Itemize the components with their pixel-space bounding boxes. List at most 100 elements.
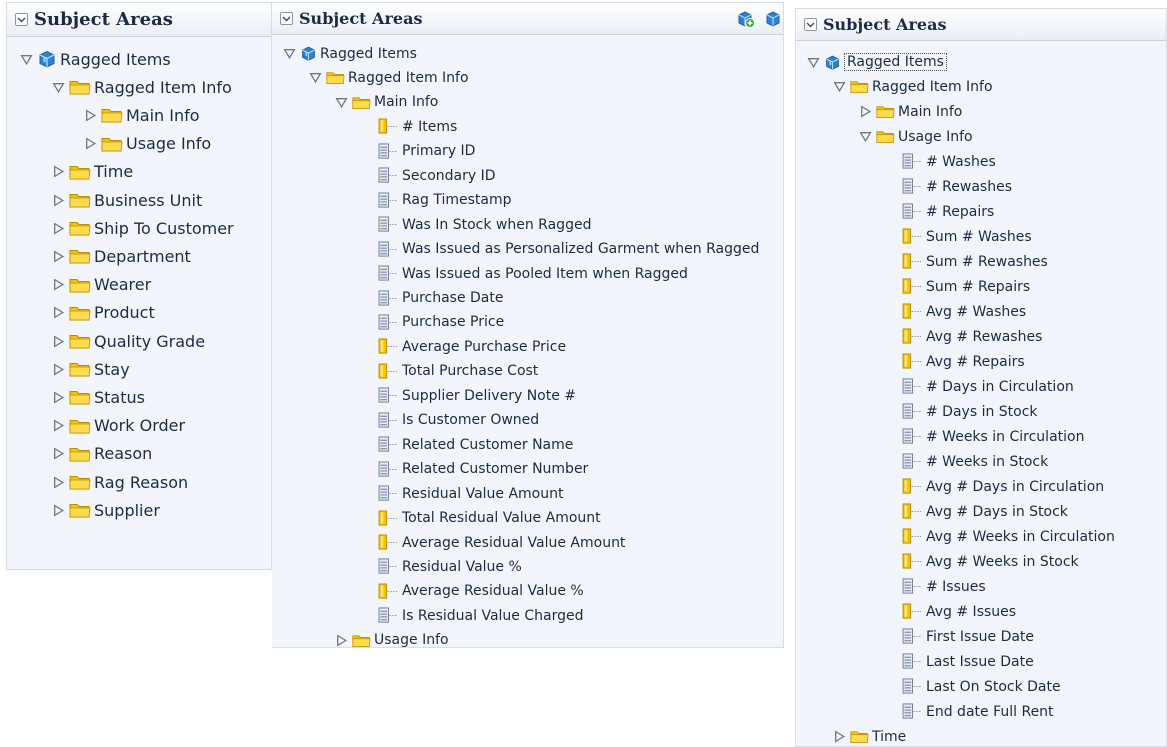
tree-node-weeks-in-circulation[interactable]: # Weeks in Circulation bbox=[902, 428, 1084, 445]
triangle-right-icon[interactable] bbox=[334, 633, 348, 647]
tree-node-related-customer-name[interactable]: Related Customer Name bbox=[378, 436, 573, 453]
tree-node-avg-weeks-in-stock[interactable]: Avg # Weeks in Stock bbox=[902, 553, 1079, 570]
tree-node-repairs[interactable]: # Repairs bbox=[902, 203, 994, 220]
tree-node-supplier[interactable]: Supplier bbox=[51, 500, 160, 520]
tree-node-was-issued-as-pooled-item-when-ragged[interactable]: Was Issued as Pooled Item when Ragged bbox=[378, 265, 688, 282]
tree-node-avg-weeks-in-circulation[interactable]: Avg # Weeks in Circulation bbox=[902, 528, 1115, 545]
tree-node-purchase-price[interactable]: Purchase Price bbox=[378, 314, 504, 331]
tree-node-status[interactable]: Status bbox=[51, 387, 145, 407]
tree-node-days-in-stock[interactable]: # Days in Stock bbox=[902, 403, 1038, 420]
triangle-right-icon[interactable] bbox=[51, 390, 65, 404]
tree-node-residual-value-amount[interactable]: Residual Value Amount bbox=[378, 485, 564, 502]
tree-node-sum-washes[interactable]: Sum # Washes bbox=[902, 228, 1032, 245]
tree-node-wearer[interactable]: Wearer bbox=[51, 275, 151, 295]
tree-node-usage-info[interactable]: Usage Info bbox=[83, 134, 211, 154]
tree-node-is-customer-owned[interactable]: Is Customer Owned bbox=[378, 412, 539, 429]
tree-node-ship-to-customer[interactable]: Ship To Customer bbox=[51, 218, 234, 238]
collapse-toggle-icon[interactable] bbox=[15, 13, 28, 26]
tree-node-avg-days-in-circulation[interactable]: Avg # Days in Circulation bbox=[902, 478, 1104, 495]
tree-node-rewashes[interactable]: # Rewashes bbox=[902, 178, 1012, 195]
triangle-down-icon[interactable] bbox=[51, 80, 65, 94]
tree-node-quality-grade[interactable]: Quality Grade bbox=[51, 331, 205, 351]
triangle-right-icon[interactable] bbox=[51, 503, 65, 517]
triangle-right-icon[interactable] bbox=[51, 447, 65, 461]
tree-node-stay[interactable]: Stay bbox=[51, 359, 130, 379]
tree-node-end-date-full-rent[interactable]: End date Full Rent bbox=[902, 703, 1054, 720]
tree-node-days-in-circulation[interactable]: # Days in Circulation bbox=[902, 378, 1074, 395]
tree-node-ragged-item-info[interactable]: Ragged Item Info bbox=[51, 77, 232, 97]
tree-node-average-purchase-price[interactable]: Average Purchase Price bbox=[378, 338, 566, 355]
collapse-toggle-icon[interactable] bbox=[280, 12, 293, 25]
tree-node-rag-timestamp[interactable]: Rag Timestamp bbox=[378, 192, 511, 209]
tree-node-secondary-id[interactable]: Secondary ID bbox=[378, 167, 496, 184]
triangle-right-icon[interactable] bbox=[51, 362, 65, 376]
add-subject-area-icon[interactable] bbox=[735, 9, 755, 29]
tree-node-first-issue-date[interactable]: First Issue Date bbox=[902, 628, 1034, 645]
triangle-down-icon[interactable] bbox=[806, 55, 820, 69]
triangle-down-icon[interactable] bbox=[308, 71, 322, 85]
triangle-right-icon[interactable] bbox=[51, 419, 65, 433]
tree-node-ragged-items[interactable]: Ragged Items bbox=[19, 49, 171, 69]
triangle-right-icon[interactable] bbox=[51, 165, 65, 179]
triangle-down-icon[interactable] bbox=[858, 130, 872, 144]
tree-node-ragged-item-info[interactable]: Ragged Item Info bbox=[832, 78, 993, 95]
tree-node-avg-repairs[interactable]: Avg # Repairs bbox=[902, 353, 1025, 370]
tree-node-main-info[interactable]: Main Info bbox=[858, 103, 962, 120]
tree-node-average-residual-value-amount[interactable]: Average Residual Value Amount bbox=[378, 534, 625, 551]
tree-node-is-residual-value-charged[interactable]: Is Residual Value Charged bbox=[378, 607, 583, 624]
tree-node-ragged-item-info[interactable]: Ragged Item Info bbox=[308, 69, 469, 86]
tree-node-usage-info[interactable]: Usage Info bbox=[858, 128, 973, 145]
triangle-right-icon[interactable] bbox=[51, 306, 65, 320]
tree-node-main-info[interactable]: Main Info bbox=[83, 105, 200, 125]
tree-node-reason[interactable]: Reason bbox=[51, 444, 152, 464]
refresh-icon[interactable] bbox=[763, 9, 783, 29]
triangle-right-icon[interactable] bbox=[858, 105, 872, 119]
triangle-right-icon[interactable] bbox=[832, 730, 846, 744]
tree-node-total-purchase-cost[interactable]: Total Purchase Cost bbox=[378, 363, 538, 380]
tree-node-product[interactable]: Product bbox=[51, 303, 155, 323]
tree-node-time[interactable]: Time bbox=[832, 728, 906, 745]
tree-node-sum-rewashes[interactable]: Sum # Rewashes bbox=[902, 253, 1048, 270]
tree-node-was-issued-as-personalized-garment-when-ragged[interactable]: Was Issued as Personalized Garment when … bbox=[378, 241, 759, 258]
triangle-down-icon[interactable] bbox=[19, 52, 33, 66]
tree-node-avg-washes[interactable]: Avg # Washes bbox=[902, 303, 1026, 320]
tree-node-items[interactable]: # Items bbox=[378, 118, 457, 135]
tree-node-avg-rewashes[interactable]: Avg # Rewashes bbox=[902, 328, 1042, 345]
triangle-right-icon[interactable] bbox=[51, 193, 65, 207]
tree-node-residual-value[interactable]: Residual Value % bbox=[378, 558, 522, 575]
tree-node-rag-reason[interactable]: Rag Reason bbox=[51, 472, 188, 492]
tree-node-ragged-items[interactable]: Ragged Items bbox=[806, 53, 947, 71]
triangle-right-icon[interactable] bbox=[51, 249, 65, 263]
triangle-right-icon[interactable] bbox=[51, 278, 65, 292]
tree-node-total-residual-value-amount[interactable]: Total Residual Value Amount bbox=[378, 510, 601, 527]
triangle-down-icon[interactable] bbox=[334, 95, 348, 109]
collapse-toggle-icon[interactable] bbox=[804, 18, 817, 31]
triangle-right-icon[interactable] bbox=[51, 221, 65, 235]
tree-node-related-customer-number[interactable]: Related Customer Number bbox=[378, 461, 588, 478]
tree-node-avg-days-in-stock[interactable]: Avg # Days in Stock bbox=[902, 503, 1068, 520]
triangle-right-icon[interactable] bbox=[51, 475, 65, 489]
tree-node-was-in-stock-when-ragged[interactable]: Was In Stock when Ragged bbox=[378, 216, 591, 233]
tree-node-weeks-in-stock[interactable]: # Weeks in Stock bbox=[902, 453, 1048, 470]
tree-node-work-order[interactable]: Work Order bbox=[51, 416, 185, 436]
triangle-right-icon[interactable] bbox=[83, 108, 97, 122]
triangle-right-icon[interactable] bbox=[83, 137, 97, 151]
tree-node-main-info[interactable]: Main Info bbox=[334, 94, 438, 111]
tree-node-supplier-delivery-note[interactable]: Supplier Delivery Note # bbox=[378, 387, 576, 404]
tree-node-issues[interactable]: # Issues bbox=[902, 578, 986, 595]
tree-node-last-issue-date[interactable]: Last Issue Date bbox=[902, 653, 1034, 670]
tree-node-avg-issues[interactable]: Avg # Issues bbox=[902, 603, 1016, 620]
tree-node-sum-repairs[interactable]: Sum # Repairs bbox=[902, 278, 1030, 295]
tree-node-purchase-date[interactable]: Purchase Date bbox=[378, 289, 504, 307]
tree-node-department[interactable]: Department bbox=[51, 246, 191, 266]
tree-node-washes[interactable]: # Washes bbox=[902, 153, 996, 170]
tree-node-business-unit[interactable]: Business Unit bbox=[51, 190, 202, 210]
triangle-down-icon[interactable] bbox=[832, 80, 846, 94]
tree-node-time[interactable]: Time bbox=[51, 162, 133, 182]
tree-node-ragged-items[interactable]: Ragged Items bbox=[282, 45, 417, 62]
tree-node-usage-info[interactable]: Usage Info bbox=[334, 632, 449, 647]
tree-node-primary-id[interactable]: Primary ID bbox=[378, 143, 475, 160]
tree-node-last-on-stock-date[interactable]: Last On Stock Date bbox=[902, 678, 1061, 695]
tree-node-average-residual-value[interactable]: Average Residual Value % bbox=[378, 583, 584, 600]
triangle-down-icon[interactable] bbox=[282, 47, 296, 61]
